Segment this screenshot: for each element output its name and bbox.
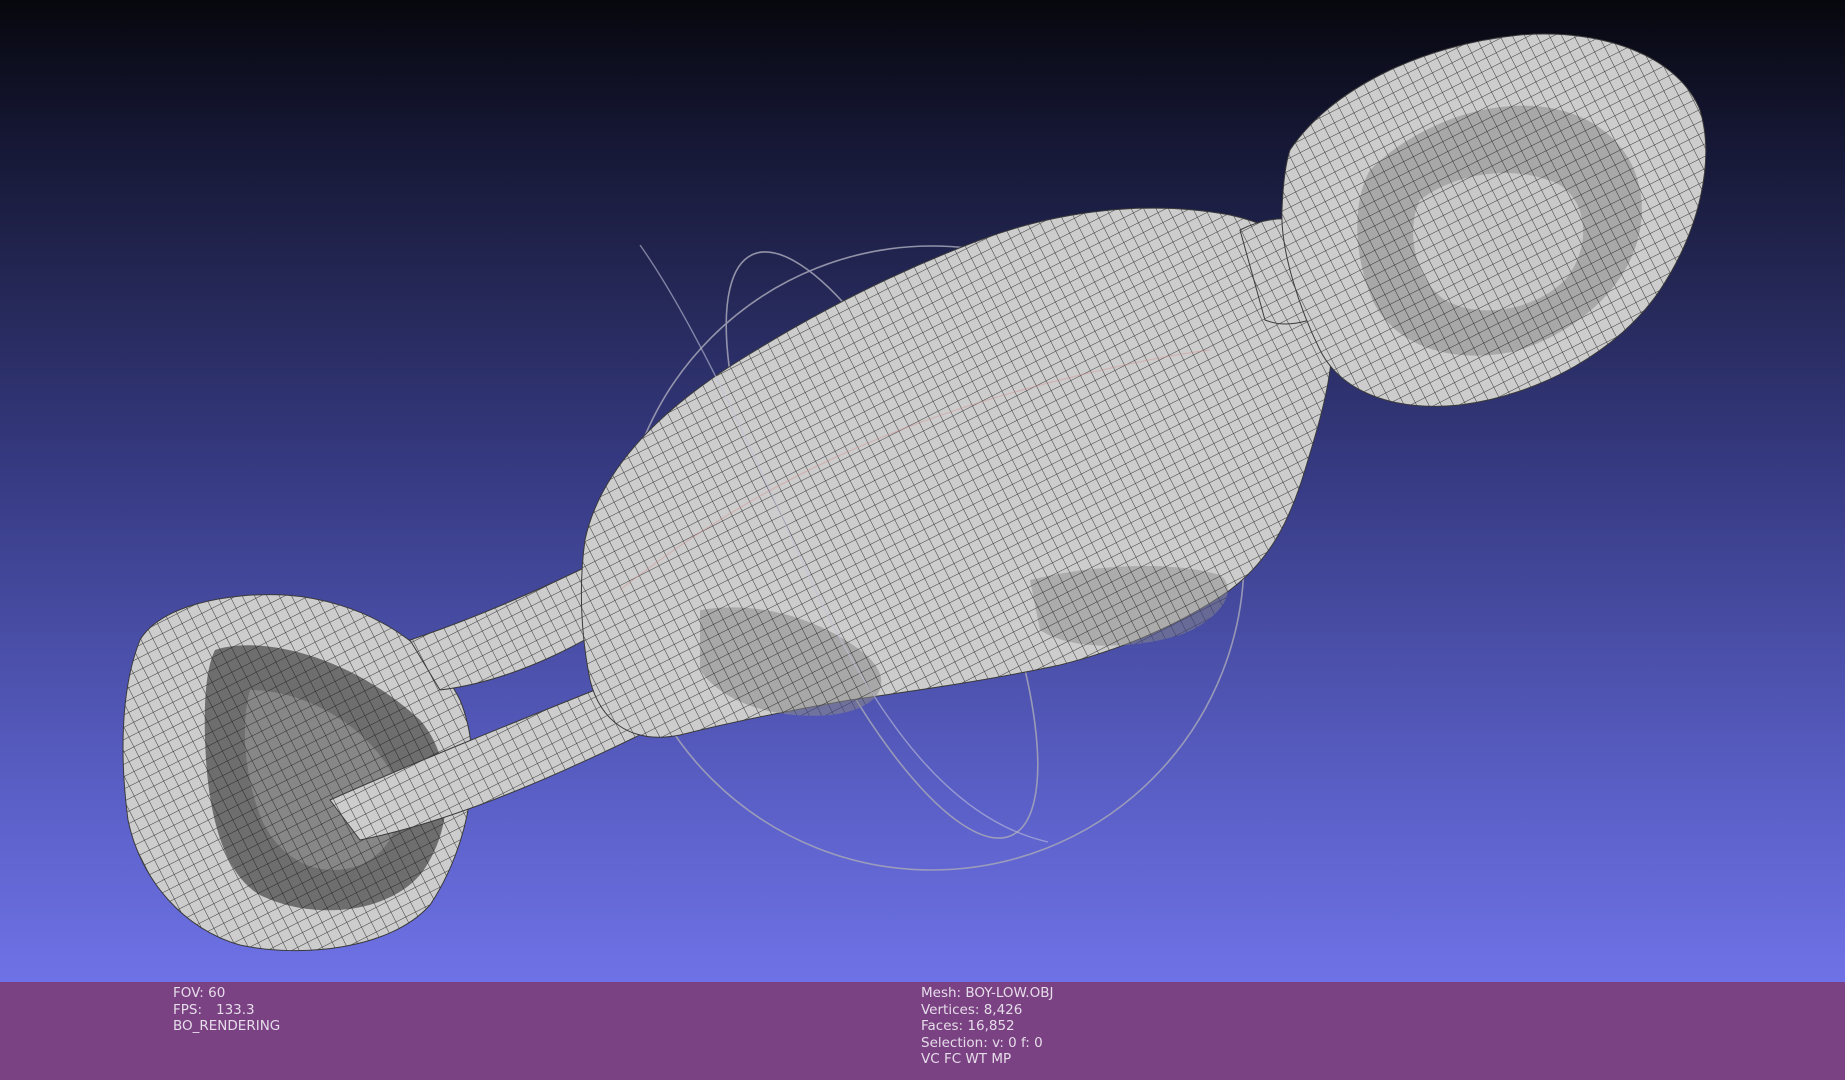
fps-line: FPS: 133.3: [173, 1002, 280, 1019]
selection-label: Selection:: [921, 1034, 988, 1051]
fov-line: FOV: 60: [173, 985, 280, 1002]
fps-label: FPS:: [173, 1001, 203, 1018]
fov-value: 60: [208, 985, 226, 1001]
mesh-name: BOY-LOW.OBJ: [965, 985, 1054, 1001]
3d-viewport[interactable]: [0, 0, 1845, 982]
mesh-scene[interactable]: [0, 0, 1845, 982]
mesh-info-panel: Mesh: BOY-LOW.OBJ Vertices: 8,426 Faces:…: [921, 985, 1053, 1068]
info-bar: FOV: 60 FPS: 133.3 BO_RENDERING Mesh: BOY…: [0, 982, 1845, 1080]
mesh-body: [580, 207, 1334, 738]
mesh-name-line: Mesh: BOY-LOW.OBJ: [921, 985, 1053, 1002]
faces-line: Faces: 16,852: [921, 1018, 1053, 1035]
fps-value: 133.3: [216, 1001, 255, 1018]
vertices-count: 8,426: [983, 1001, 1023, 1018]
render-info-panel: FOV: 60 FPS: 133.3 BO_RENDERING: [173, 985, 280, 1035]
vertices-label: Vertices:: [921, 1001, 980, 1018]
mesh-label: Mesh:: [921, 985, 962, 1001]
mesh-head: [1281, 33, 1707, 407]
render-mode: BO_RENDERING: [173, 1018, 281, 1034]
mesh-flags: VC FC WT MP: [921, 1051, 1012, 1067]
faces-count: 16,852: [967, 1018, 1015, 1034]
fov-label: FOV:: [173, 985, 204, 1001]
selection-value: v: 0 f: 0: [992, 1034, 1043, 1051]
vertices-line: Vertices: 8,426: [921, 1002, 1053, 1019]
selection-line: Selection: v: 0 f: 0: [921, 1035, 1053, 1052]
faces-label: Faces:: [921, 1018, 964, 1034]
